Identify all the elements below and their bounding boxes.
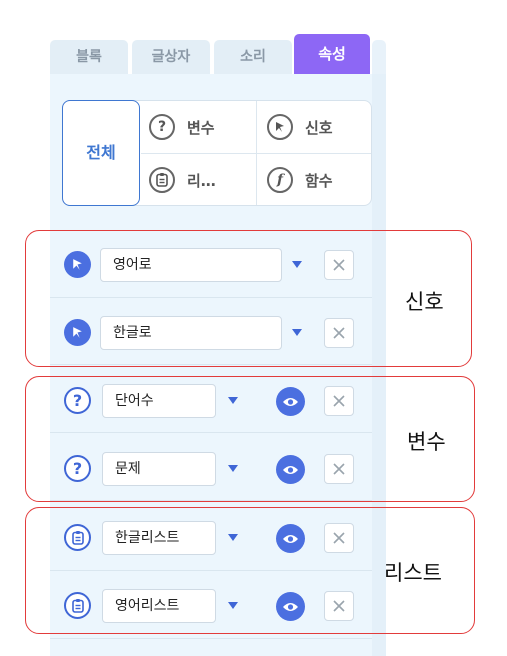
- signal-icon: [267, 114, 293, 140]
- filter-list-button[interactable]: 리…: [149, 154, 216, 206]
- question-icon: ?: [149, 114, 175, 140]
- tab-bar: 블록 글상자 소리 속성: [50, 34, 386, 74]
- filter-signal-button[interactable]: 신호: [267, 101, 333, 153]
- filter-variable-button[interactable]: ? 변수: [149, 101, 215, 153]
- list-icon: [149, 167, 175, 193]
- filter-signal-label: 신호: [305, 118, 333, 137]
- tab-sound[interactable]: 소리: [214, 40, 292, 74]
- filter-variable-label: 변수: [187, 118, 215, 137]
- tab-overflow: [372, 40, 386, 74]
- function-icon: f: [267, 167, 293, 193]
- filter-list-label: 리…: [187, 171, 216, 190]
- tab-blocks[interactable]: 블록: [50, 40, 128, 74]
- list-annotation-label: 리스트: [384, 561, 442, 585]
- variable-annotation-label: 변수: [407, 430, 446, 454]
- filter-function-label: 함수: [305, 171, 333, 190]
- signal-annotation-label: 신호: [405, 290, 444, 314]
- tab-textbox[interactable]: 글상자: [132, 40, 210, 74]
- filter-all-button[interactable]: 전체: [62, 100, 140, 206]
- property-filter: 전체 ? 변수 신호 리… f 함수: [62, 100, 372, 206]
- filter-function-button[interactable]: f 함수: [267, 154, 333, 206]
- tab-properties[interactable]: 속성: [294, 34, 370, 74]
